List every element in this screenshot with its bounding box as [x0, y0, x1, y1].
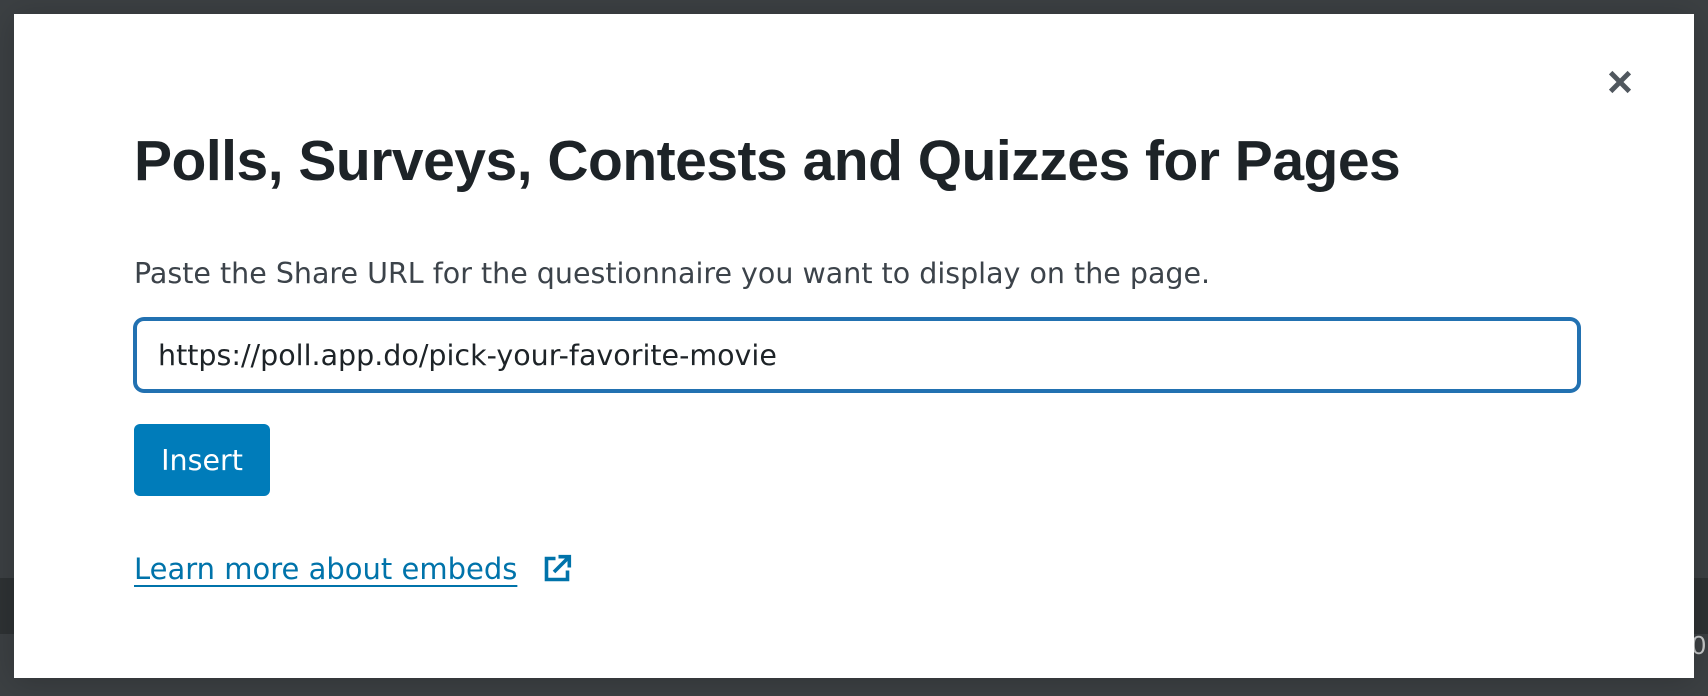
close-button[interactable] — [1598, 60, 1642, 104]
modal-title: Polls, Surveys, Contests and Quizzes for… — [134, 129, 1401, 193]
learn-more-link[interactable]: Learn more about embeds — [134, 549, 575, 589]
learn-more-label: Learn more about embeds — [134, 552, 518, 586]
external-link-icon — [523, 549, 575, 589]
close-icon — [1608, 70, 1632, 94]
share-url-input[interactable] — [134, 318, 1580, 392]
insert-button[interactable]: Insert — [134, 424, 270, 496]
modal-description: Paste the Share URL for the questionnair… — [134, 257, 1211, 290]
embed-modal: Polls, Surveys, Contests and Quizzes for… — [14, 14, 1694, 678]
